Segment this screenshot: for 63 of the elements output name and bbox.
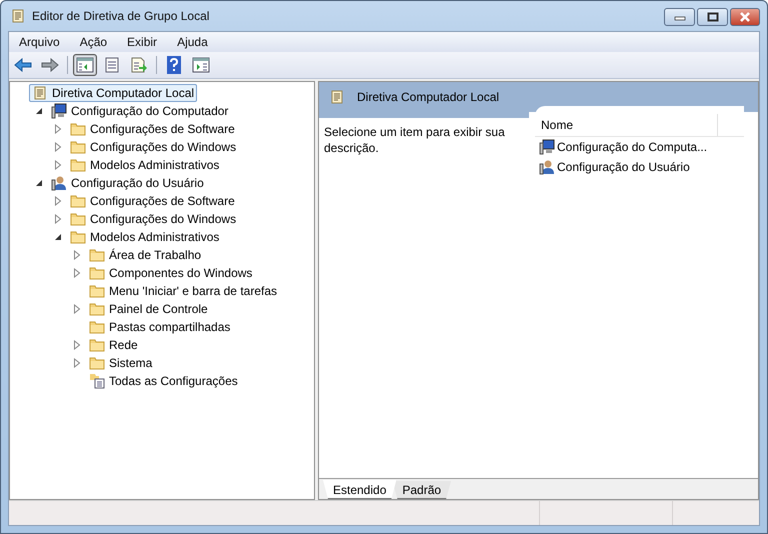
tree-item[interactable]: Configurações de Software (67, 192, 238, 210)
folder-icon (89, 247, 105, 263)
window-title: Editor de Diretiva de Grupo Local (32, 9, 210, 23)
tree-item[interactable]: Todas as Configurações (86, 372, 241, 390)
folder-icon (70, 229, 86, 245)
view-tab[interactable]: Estendido (323, 480, 396, 499)
folder-icon (89, 265, 105, 281)
folder-icon (89, 355, 105, 371)
scroll-icon (10, 8, 26, 24)
computer-icon (539, 139, 555, 155)
description-text: Selecione um item para exibir sua descrição. (324, 125, 505, 155)
list-item[interactable]: Configuração do Computa... (535, 137, 744, 157)
tree-item[interactable]: Painel de Controle (86, 300, 211, 318)
folder-icon (89, 319, 105, 335)
toolbar-button[interactable] (73, 54, 97, 76)
folder-icon (70, 193, 86, 209)
folder-icon (89, 337, 105, 353)
settings-icon (89, 373, 105, 389)
tree-item[interactable]: Modelos Administrativos (67, 156, 222, 174)
tree-item[interactable]: Configurações do Windows (67, 210, 240, 228)
tree-item[interactable]: Configurações de Software (67, 120, 238, 138)
tree-item[interactable]: Configuração do Computador (48, 102, 232, 120)
computer-icon (51, 103, 67, 119)
export-icon (130, 57, 148, 73)
folder-icon (70, 211, 86, 227)
list-item[interactable]: Configuração do Usuário (535, 157, 744, 177)
maximize-icon (706, 12, 718, 22)
folder-icon (89, 283, 105, 299)
tree-item[interactable]: Configurações do Windows (67, 138, 240, 156)
back-arrow-icon (14, 58, 32, 72)
minimize-button[interactable] (664, 8, 695, 26)
pane-icon (76, 57, 94, 73)
tree-item[interactable]: Área de Trabalho (86, 246, 204, 264)
folder-icon (70, 157, 86, 173)
folder-icon (89, 301, 105, 317)
tree-item[interactable]: Rede (86, 336, 141, 354)
tree-item[interactable]: Sistema (86, 354, 156, 372)
forward-arrow-icon (41, 58, 59, 72)
view-tab[interactable]: Padrão (392, 481, 452, 499)
tree-item[interactable]: Menu 'Iniciar' e barra de tarefas (86, 282, 280, 300)
tree-item[interactable]: Configuração do Usuário (48, 174, 207, 192)
pane-title: Diretiva Computador Local (357, 90, 500, 104)
document-icon (104, 57, 120, 73)
scroll-icon (329, 89, 345, 105)
menu-item[interactable]: Exibir (117, 32, 168, 52)
scroll-icon (32, 85, 48, 101)
tree-item[interactable]: Modelos Administrativos (67, 228, 222, 246)
folder-icon (70, 121, 86, 137)
user-icon (539, 159, 555, 175)
pane-icon (192, 57, 210, 73)
close-button[interactable] (730, 8, 760, 26)
help-icon (167, 56, 181, 74)
tree-item[interactable]: Pastas compartilhadas (86, 318, 234, 336)
column-header[interactable]: Nome (535, 114, 718, 136)
tree-item[interactable]: Diretiva Computador Local (29, 84, 198, 102)
menu-item[interactable]: Ajuda (167, 32, 218, 52)
close-icon (738, 12, 752, 22)
maximize-button[interactable] (697, 8, 728, 26)
user-icon (51, 175, 67, 191)
folder-icon (70, 139, 86, 155)
tree-item[interactable]: Componentes do Windows (86, 264, 256, 282)
menu-item[interactable]: Ação (70, 32, 118, 52)
menu-item[interactable]: Arquivo (9, 32, 70, 52)
